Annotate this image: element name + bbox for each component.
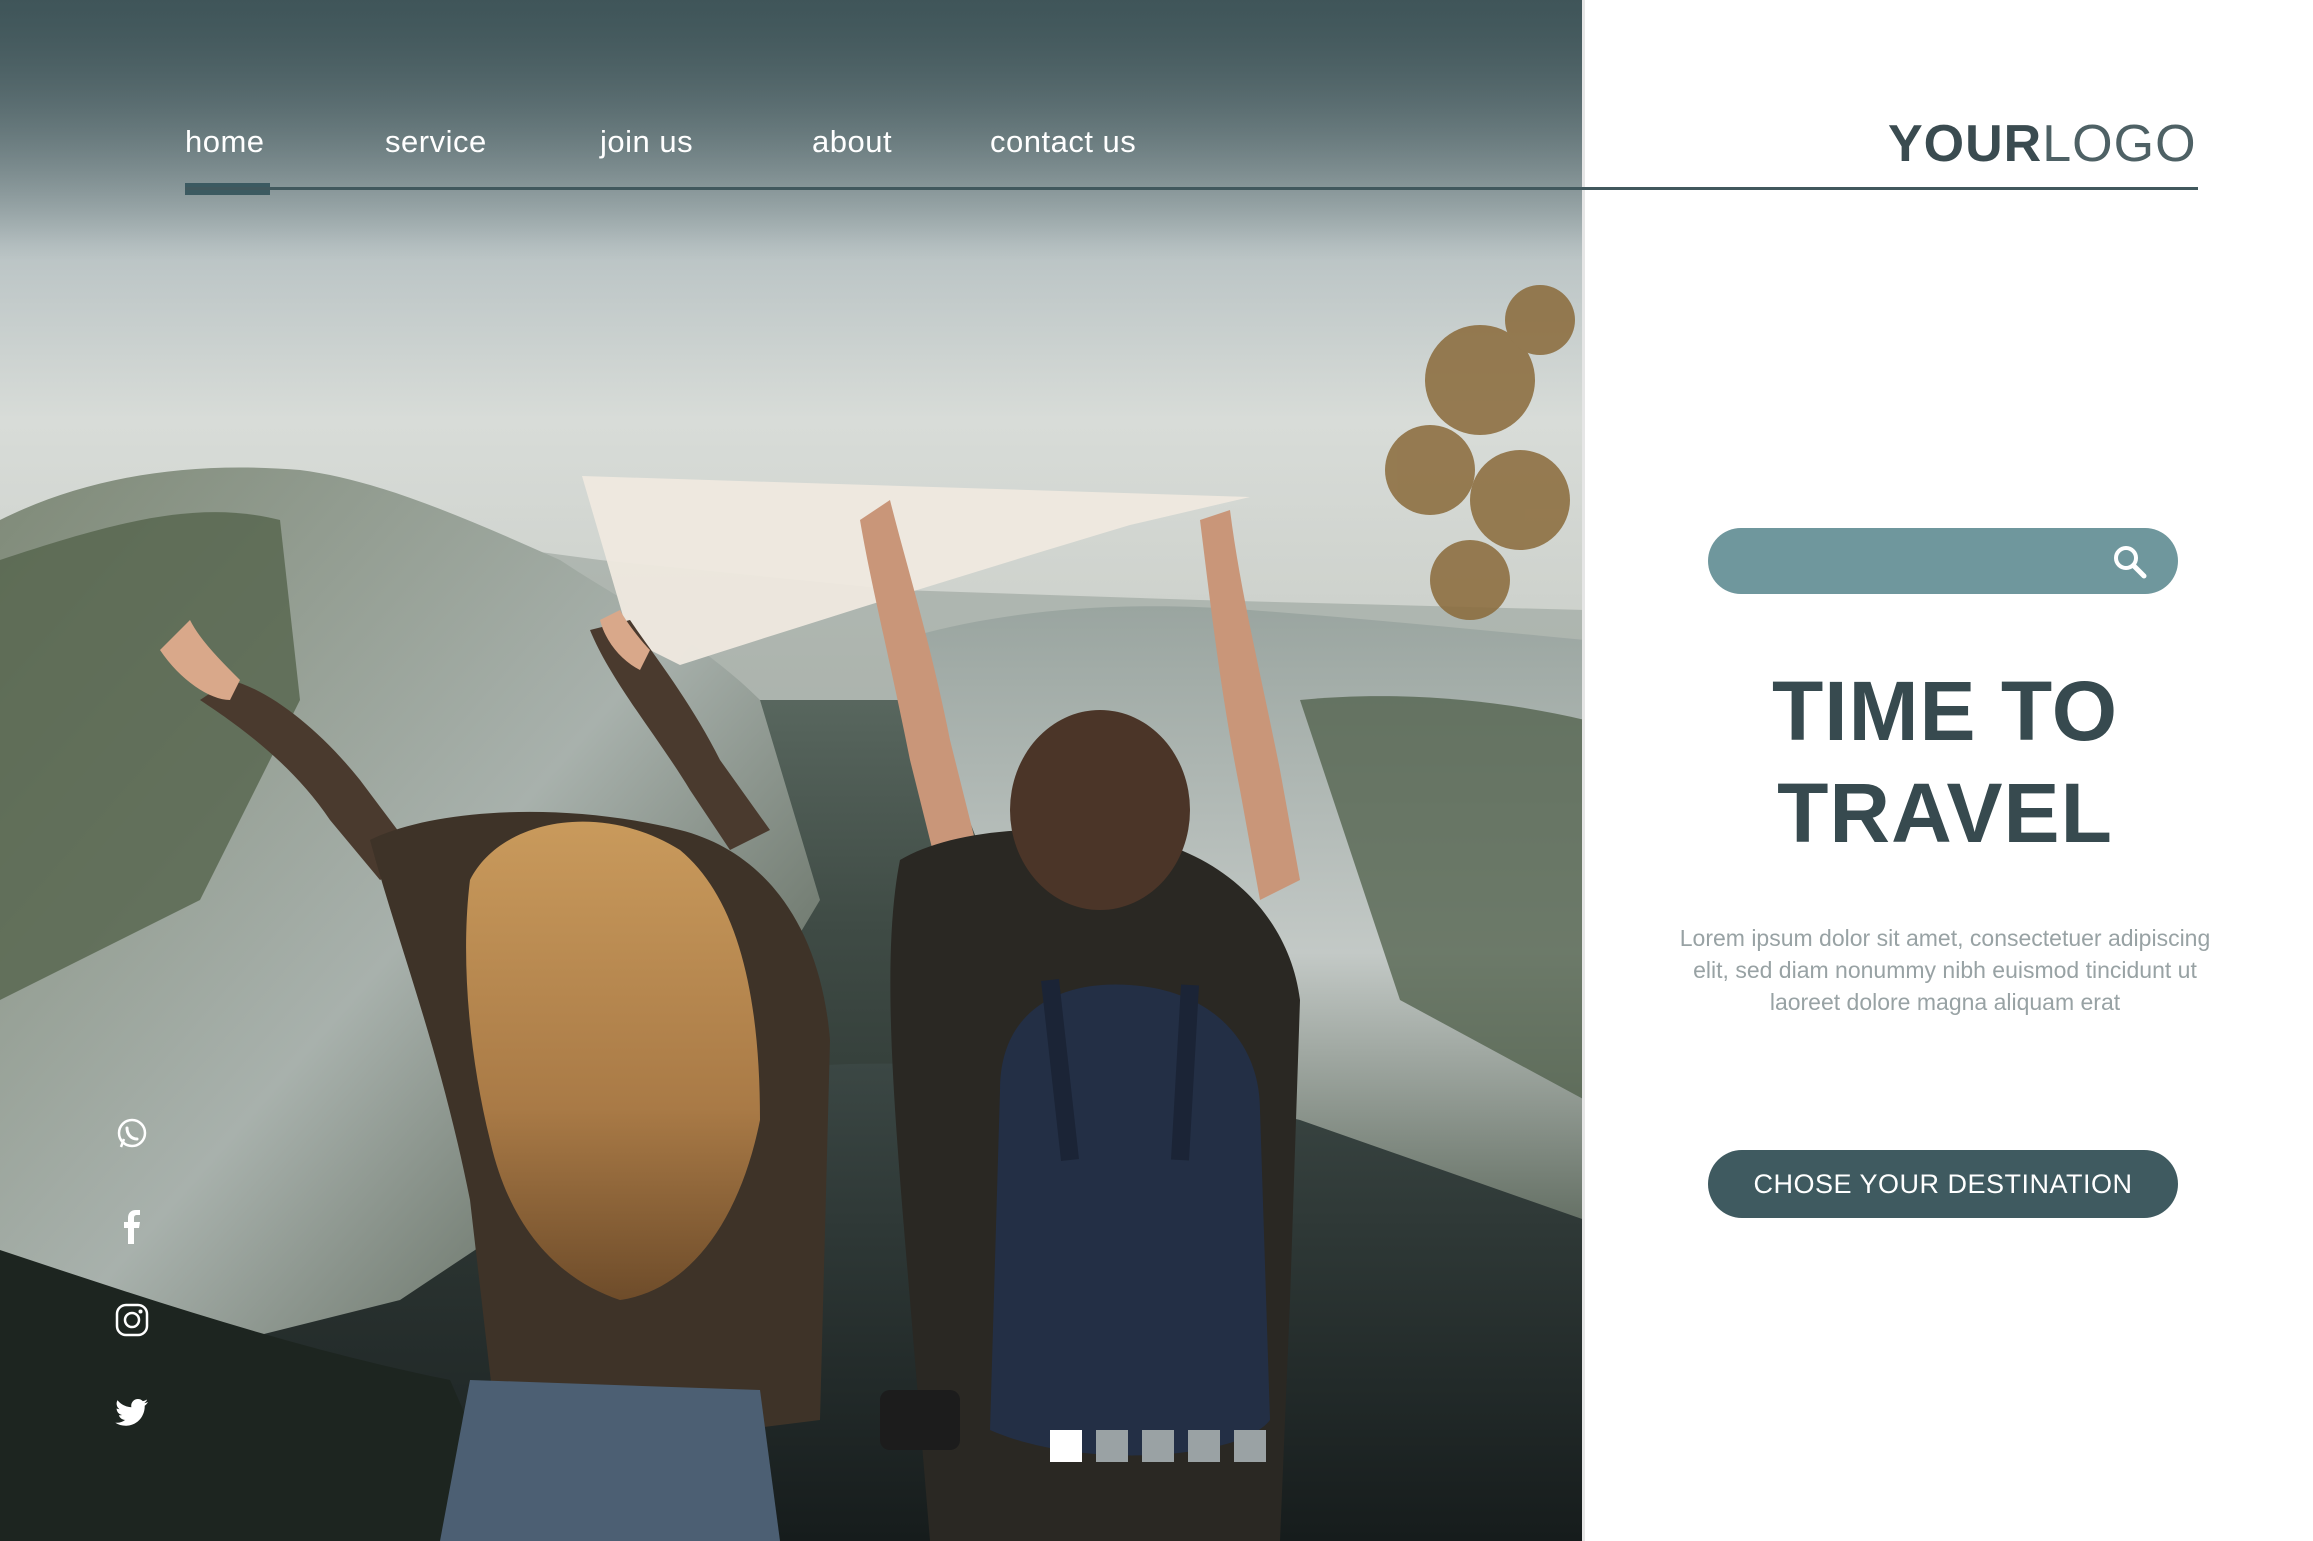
slider-dot-2[interactable]	[1096, 1430, 1128, 1462]
slider-pagination	[1050, 1430, 1266, 1462]
nav-join-us[interactable]: join us	[600, 124, 693, 160]
twitter-icon[interactable]	[112, 1393, 152, 1433]
slider-dot-5[interactable]	[1234, 1430, 1266, 1462]
nav-contact-us[interactable]: contact us	[990, 124, 1136, 160]
nav-divider-line	[185, 187, 2198, 190]
headline-line-1: TIME TO	[1771, 664, 2119, 758]
whatsapp-icon[interactable]	[112, 1114, 152, 1154]
nav-about[interactable]: about	[812, 124, 892, 160]
hero-scene-illustration	[0, 0, 1585, 1541]
hero-headline: TIME TO TRAVEL	[1640, 660, 2250, 864]
choose-destination-button[interactable]: CHOSE YOUR DESTINATION	[1708, 1150, 2178, 1218]
slider-dot-4[interactable]	[1188, 1430, 1220, 1462]
hero-photo: home service join us about contact us	[0, 0, 1585, 1541]
logo-word-bold: YOUR	[1888, 115, 2043, 173]
main-nav: home service join us about contact us	[0, 0, 1585, 200]
nav-service[interactable]: service	[385, 124, 487, 160]
slider-dot-3[interactable]	[1142, 1430, 1174, 1462]
hero-description: Lorem ipsum dolor sit amet, consectetuer…	[1679, 925, 2211, 1015]
brand-logo[interactable]: YOURLOGO	[1888, 114, 2197, 174]
slider-dot-1[interactable]	[1050, 1430, 1082, 1462]
nav-home[interactable]: home	[185, 124, 265, 160]
instagram-icon[interactable]	[112, 1300, 152, 1340]
headline-line-2: TRAVEL	[1777, 766, 2113, 860]
facebook-icon[interactable]	[112, 1207, 152, 1247]
search-icon[interactable]	[2112, 544, 2148, 580]
search-input[interactable]	[1738, 528, 2108, 594]
logo-word-light: LOGO	[2042, 115, 2197, 173]
search-bar[interactable]	[1708, 528, 2178, 594]
